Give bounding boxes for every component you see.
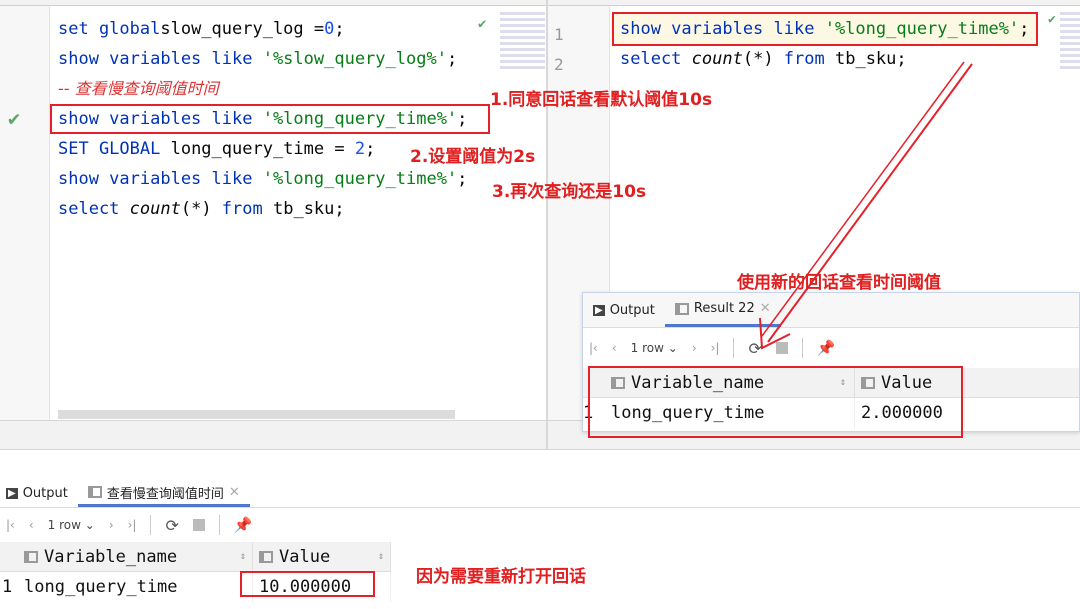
code-token: (*) [180, 199, 222, 219]
table-icon [87, 486, 102, 498]
code-token: 2 [354, 139, 366, 159]
console-icon: ▶ [6, 488, 18, 499]
tab-label: Output [609, 302, 655, 318]
annotation-box [50, 104, 490, 134]
pin-icon[interactable]: 📌 [234, 516, 253, 534]
sort-icon[interactable]: ⇕ [240, 551, 246, 562]
code-token: set global [58, 19, 161, 39]
code-token: tb_sku; [272, 199, 345, 219]
code-token: SET GLOBAL [58, 139, 171, 159]
refresh-icon[interactable]: ⟳ [165, 516, 178, 535]
row-count: 1 row [630, 341, 664, 355]
code-token: ; [334, 19, 345, 39]
annotation-4: 使用新的回话查看时间阈值 [737, 273, 941, 293]
next-page-icon[interactable]: › [109, 518, 114, 532]
code-token: '%long_query_time%' [262, 169, 458, 189]
row-count: 1 row [47, 518, 81, 532]
prev-page-icon[interactable]: ‹ [612, 341, 617, 355]
tab-label: Output [22, 486, 68, 501]
line-number: 1 [554, 25, 564, 44]
tab-label: 查看慢查询阈值时间 [106, 486, 224, 502]
tab-output[interactable]: ▶ Output [0, 480, 78, 507]
minimap [500, 12, 545, 72]
tab-output[interactable]: ▶ Output [583, 293, 665, 327]
row-number: 1 [2, 577, 13, 597]
column-header[interactable]: Variable_name [44, 547, 177, 567]
check-icon: ✔ [8, 106, 21, 130]
cell[interactable]: long_query_time [18, 572, 253, 602]
annotation-arrow [759, 61, 973, 350]
line-numbers: 12 [548, 6, 609, 80]
row-count-dropdown[interactable]: 1 row ⌄ [48, 518, 95, 532]
code-token: show variables like [58, 169, 263, 189]
code-token: ; [446, 49, 458, 69]
annotation-3: 3.再次查询还是10s [492, 182, 647, 202]
code-token: ; [457, 169, 468, 189]
code-token: select [58, 199, 130, 219]
left-gutter [0, 6, 50, 420]
annotation-5: 因为需要重新打开回话 [416, 567, 586, 587]
stop-icon[interactable] [192, 519, 205, 531]
main-toolbar [0, 0, 1080, 6]
close-icon[interactable]: ✕ [229, 485, 240, 500]
tab-result[interactable]: 查看慢查询阈值时间 ✕ [77, 480, 250, 507]
code-line[interactable]: -- 查看慢查询阈值时间 [58, 74, 467, 104]
first-page-icon[interactable]: |‹ [589, 341, 598, 355]
next-page-icon[interactable]: › [692, 341, 697, 355]
code-token: '%slow_query_log%' [262, 49, 447, 69]
minimap [1060, 12, 1080, 72]
code-line[interactable]: set globalslow_query_log =0; [58, 14, 467, 44]
code-line[interactable]: show variables like '%long_query_time%'; [58, 164, 467, 194]
code-token: show variables like [58, 49, 263, 69]
code-token: slow_query_log = [160, 19, 325, 39]
column-icon [24, 550, 38, 563]
code-token: long_query_time = [170, 139, 355, 159]
code-token: from [221, 199, 273, 219]
line-number: 2 [554, 55, 564, 74]
tab-label: Result 22 [693, 301, 755, 316]
first-page-icon[interactable]: |‹ [6, 518, 15, 532]
splitter [546, 420, 548, 450]
code-token: select [620, 49, 692, 69]
column-icon [259, 550, 273, 563]
check-icon: ✔ [478, 16, 487, 32]
annotation-1: 1.同意回话查看默认阈值10s [490, 90, 713, 110]
table-icon [674, 302, 689, 315]
console-icon: ▶ [593, 304, 605, 316]
annotation-box [612, 12, 1038, 46]
horizontal-scrollbar[interactable] [58, 410, 455, 419]
code-token: count [129, 199, 181, 219]
row-count-dropdown[interactable]: 1 row ⌄ [631, 341, 678, 355]
annotation-box [588, 366, 963, 438]
last-page-icon[interactable]: ›| [711, 341, 720, 355]
code-line[interactable]: show variables like '%slow_query_log%'; [58, 44, 467, 74]
annotation-box [240, 571, 375, 597]
prev-page-icon[interactable]: ‹ [29, 518, 34, 532]
last-page-icon[interactable]: ›| [128, 518, 137, 532]
code-line[interactable]: SET GLOBAL long_query_time = 2; [58, 134, 467, 164]
check-icon: ✔ [1048, 12, 1056, 27]
code-token: 0 [324, 19, 335, 39]
annotation-2: 2.设置阈值为2s [410, 147, 536, 167]
sort-icon[interactable]: ⇕ [378, 551, 384, 562]
code-token: ; [365, 139, 376, 159]
code-token: -- 查看慢查询阈值时间 [58, 79, 219, 98]
column-header[interactable]: Value [279, 547, 330, 567]
code-line[interactable]: select count(*) from tb_sku; [58, 194, 467, 224]
code-token: count [691, 49, 743, 69]
